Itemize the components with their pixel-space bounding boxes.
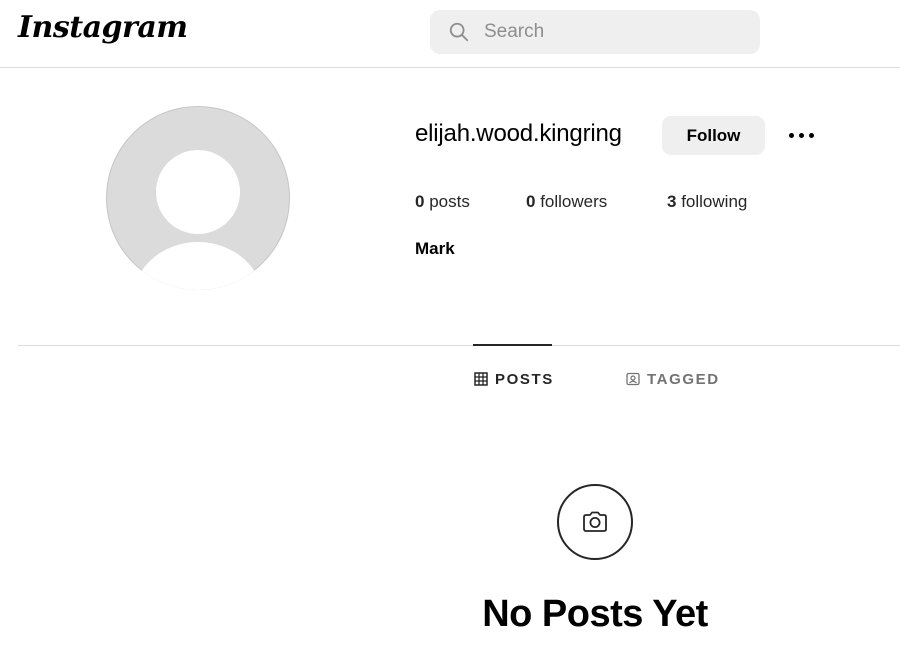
grid-icon xyxy=(474,372,488,386)
more-options-dot xyxy=(799,133,804,138)
empty-state-title: No Posts Yet xyxy=(482,593,708,635)
avatar-body-silhouette xyxy=(132,242,264,290)
tab-posts[interactable]: POSTS xyxy=(474,369,554,389)
following-count-stat[interactable]: 3 following xyxy=(667,192,747,212)
tab-tagged-label: TAGGED xyxy=(647,370,720,388)
profile-avatar[interactable] xyxy=(106,106,290,290)
posts-count: 0 xyxy=(415,192,425,211)
camera-icon-circle xyxy=(557,484,633,560)
search-input[interactable] xyxy=(484,10,744,54)
profile-stats: 0 posts 0 followers 3 following xyxy=(415,192,835,216)
avatar-head-silhouette xyxy=(156,150,240,234)
followers-count: 0 xyxy=(526,192,536,211)
more-options-dot xyxy=(789,133,794,138)
more-options-dot xyxy=(809,133,814,138)
top-navigation-bar: Instagram xyxy=(0,0,900,68)
posts-count-stat: 0 posts xyxy=(415,192,470,212)
more-options-icon[interactable] xyxy=(783,120,819,150)
posts-label: posts xyxy=(429,192,470,211)
followers-count-stat[interactable]: 0 followers xyxy=(526,192,607,212)
tab-tagged[interactable]: TAGGED xyxy=(626,369,720,389)
profile-page: Instagram elijah.wood.kingring Follow 0 … xyxy=(0,0,900,653)
profile-display-name: Mark xyxy=(415,239,455,258)
tabs-divider xyxy=(18,345,900,346)
instagram-logo[interactable]: Instagram xyxy=(18,10,188,45)
following-count: 3 xyxy=(667,192,677,211)
tagged-icon xyxy=(626,372,640,386)
following-label: following xyxy=(681,192,748,211)
camera-icon xyxy=(583,511,607,532)
tab-posts-label: POSTS xyxy=(495,370,554,388)
profile-username: elijah.wood.kingring xyxy=(415,120,622,147)
search-box[interactable] xyxy=(430,10,760,54)
active-tab-indicator xyxy=(473,344,552,346)
followers-label: followers xyxy=(540,192,608,211)
search-icon xyxy=(449,22,469,42)
follow-button[interactable]: Follow xyxy=(662,116,765,155)
